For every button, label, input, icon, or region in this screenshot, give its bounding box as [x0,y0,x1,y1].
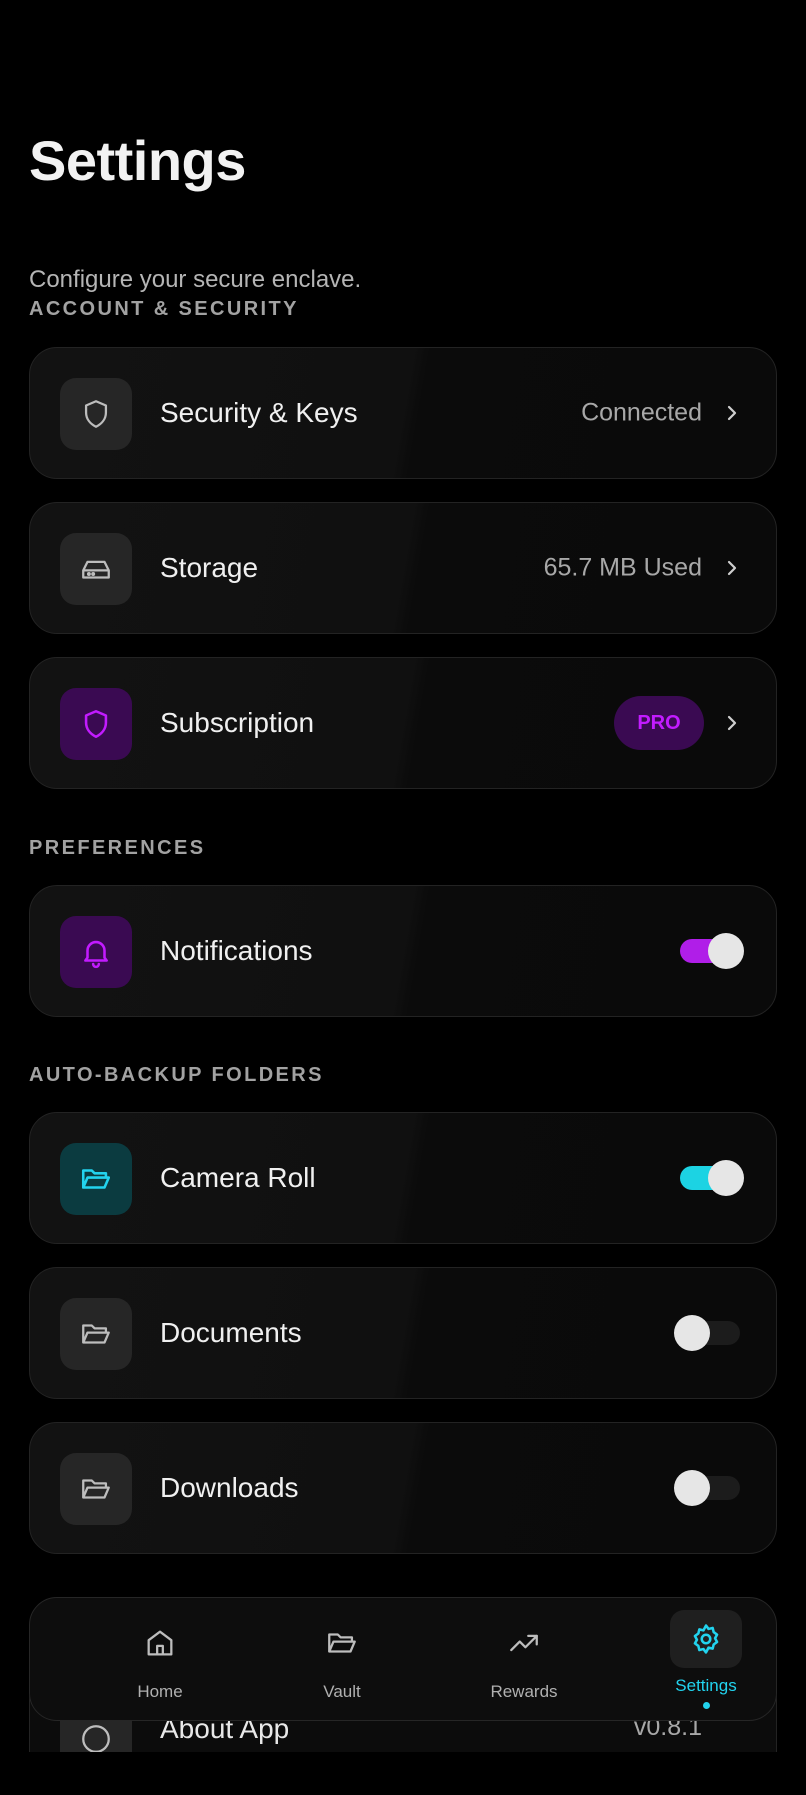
bottom-fade [0,1752,806,1795]
chevron-right-icon [727,715,737,731]
section-label-preferences: PREFERENCES [29,837,206,859]
chevron-right-icon [727,405,737,421]
shield-icon [60,378,132,450]
pro-badge: PRO [614,696,704,750]
toggle-knob [708,1160,744,1196]
storage-label: Storage [160,552,259,583]
camera-roll-label: Camera Roll [160,1162,316,1193]
home-icon [147,1630,173,1656]
nav-rewards-label: Rewards [490,1682,558,1701]
nav-settings-label: Settings [675,1676,737,1695]
downloads-toggle[interactable] [674,1470,740,1506]
hard-drive-icon [60,533,132,605]
nav-home[interactable]: Home [90,1598,230,1722]
folder-open-icon [60,1453,132,1525]
folder-icon [328,1633,356,1653]
shield-icon [60,688,132,760]
chevron-right-icon [727,560,737,576]
section-label-account: ACCOUNT & SECURITY [29,298,299,320]
folder-open-icon [60,1298,132,1370]
downloads-label: Downloads [160,1472,299,1503]
camera-roll-card: Camera Roll [29,1112,777,1244]
notifications-label: Notifications [160,935,313,966]
bottom-nav: Home Vault Rewards Settings [29,1597,777,1721]
storage-card[interactable]: Storage 65.7 MB Used [29,502,777,634]
nav-settings-highlight [670,1610,742,1668]
nav-settings[interactable]: Settings [636,1598,776,1722]
security-keys-label: Security & Keys [160,397,358,428]
folder-open-icon [60,1143,132,1215]
storage-used-value: 65.7 MB Used [543,553,702,582]
subscription-label: Subscription [160,707,315,738]
toggle-knob [674,1315,710,1351]
page-title: Settings [29,129,246,192]
notifications-toggle[interactable] [680,933,744,969]
toggle-knob [674,1470,710,1506]
nav-vault[interactable]: Vault [272,1598,412,1722]
toggle-knob [708,933,744,969]
subscription-card[interactable]: Subscription PRO [29,657,777,789]
camera-roll-toggle[interactable] [680,1160,744,1196]
downloads-card: Downloads [29,1422,777,1554]
page-subtitle: Configure your secure enclave. [29,266,362,293]
documents-card: Documents [29,1267,777,1399]
section-label-backup: AUTO-BACKUP FOLDERS [29,1064,324,1086]
documents-label: Documents [160,1317,302,1348]
nav-vault-label: Vault [323,1682,361,1701]
security-status-value: Connected [581,398,702,427]
documents-toggle[interactable] [674,1315,740,1351]
notifications-card: Notifications [29,885,777,1017]
bell-icon [60,916,132,988]
active-indicator-dot [702,1702,710,1709]
trending-up-icon [510,1634,538,1652]
nav-home-label: Home [137,1682,183,1701]
nav-rewards[interactable]: Rewards [454,1598,594,1722]
gear-icon [693,1624,719,1654]
security-keys-card[interactable]: Security & Keys Connected [29,347,777,479]
